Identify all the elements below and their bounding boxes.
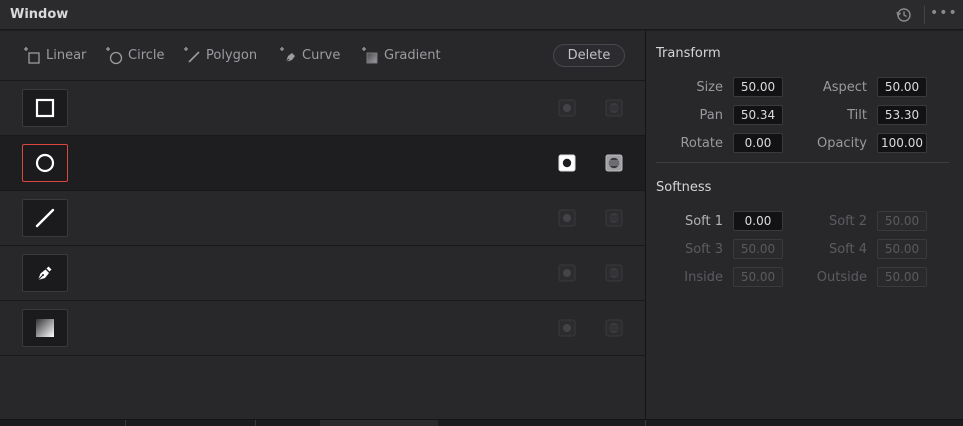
gradient-shape-icon	[36, 319, 54, 337]
square-shape-icon	[35, 98, 55, 118]
invert-toggle-icon[interactable]	[558, 319, 576, 337]
size-label: Size	[696, 80, 723, 95]
mask-toggle-icon[interactable]	[605, 264, 623, 282]
opacity-field[interactable]: 100.00	[877, 133, 927, 153]
circle-tool-button[interactable]: Circle	[104, 45, 165, 65]
window-panel-header: Window •••	[0, 0, 963, 30]
bottom-panel-strip	[0, 419, 963, 426]
soft4-label: Soft 4	[828, 242, 867, 257]
inside-field[interactable]: 50.00	[733, 267, 783, 287]
bottom-tab[interactable]	[320, 420, 438, 426]
linear-tool-button[interactable]: Linear	[22, 45, 86, 65]
polygon-tool-button[interactable]: Polygon	[182, 45, 257, 65]
polygon-tool-icon	[184, 47, 200, 63]
mask-toggle-icon[interactable]	[605, 209, 623, 227]
window-list-panel: Linear Circle Polygon Curve Gradient Del…	[0, 31, 645, 419]
window-shape-thumbnail[interactable]	[22, 309, 68, 347]
mask-toggle-icon[interactable]	[605, 99, 623, 117]
window-shape-thumbnail[interactable]	[22, 89, 68, 127]
reset-history-icon[interactable]	[895, 6, 913, 24]
window-shape-thumbnail[interactable]	[22, 254, 68, 292]
aspect-field[interactable]: 50.00	[877, 77, 927, 97]
curve-tool-icon	[280, 47, 295, 63]
gradient-tool-button[interactable]: Gradient	[360, 45, 441, 65]
window-row[interactable]	[0, 245, 645, 300]
linear-tool-label: Linear	[46, 47, 87, 63]
soft1-field[interactable]: 0.00	[733, 211, 783, 231]
soft2-field[interactable]: 50.00	[877, 211, 927, 231]
list-bottom-divider	[0, 355, 645, 356]
gradient-tool-icon	[362, 47, 378, 64]
curve-tool-button[interactable]: Curve	[278, 45, 340, 65]
window-row[interactable]	[0, 190, 645, 245]
mask-toggle-icon[interactable]	[605, 154, 623, 172]
strip-divider	[125, 420, 126, 426]
panel-title: Window	[10, 7, 69, 22]
linear-tool-icon	[24, 47, 40, 64]
window-row-selected[interactable]	[0, 135, 645, 190]
window-row[interactable]	[0, 80, 645, 135]
line-shape-icon	[35, 208, 55, 228]
circle-tool-label: Circle	[128, 47, 165, 63]
gradient-tool-label: Gradient	[384, 47, 441, 63]
invert-toggle-icon[interactable]	[558, 154, 576, 172]
invert-toggle-icon[interactable]	[558, 99, 576, 117]
polygon-tool-label: Polygon	[206, 47, 258, 63]
window-row[interactable]	[0, 300, 645, 355]
soft3-label: Soft 3	[684, 242, 723, 257]
rotate-field[interactable]: 0.00	[733, 133, 783, 153]
aspect-label: Aspect	[822, 80, 867, 95]
mask-toggle-icon[interactable]	[605, 319, 623, 337]
window-shape-thumbnail[interactable]	[22, 199, 68, 237]
delete-button[interactable]: Delete	[553, 44, 625, 67]
outside-label: Outside	[816, 270, 867, 285]
outside-field[interactable]: 50.00	[877, 267, 927, 287]
strip-divider	[645, 420, 646, 426]
invert-toggle-icon[interactable]	[558, 209, 576, 227]
invert-toggle-icon[interactable]	[558, 264, 576, 282]
softness-section-title: Softness	[656, 180, 712, 195]
soft4-field[interactable]: 50.00	[877, 239, 927, 259]
section-divider	[656, 162, 949, 163]
pen-shape-icon	[37, 266, 52, 281]
pan-field[interactable]: 50.34	[733, 105, 783, 125]
window-shape-thumbnail[interactable]	[22, 144, 68, 182]
curve-tool-label: Curve	[302, 47, 341, 63]
transform-section-title: Transform	[656, 46, 721, 61]
size-field[interactable]: 50.00	[733, 77, 783, 97]
tilt-field[interactable]: 53.30	[877, 105, 927, 125]
window-list	[0, 80, 645, 355]
header-divider	[924, 6, 925, 24]
more-options-icon[interactable]: •••	[930, 6, 957, 24]
opacity-label: Opacity	[816, 136, 867, 151]
circle-shape-icon	[35, 153, 55, 173]
circle-tool-icon	[106, 47, 123, 65]
soft3-field[interactable]: 50.00	[733, 239, 783, 259]
strip-divider	[255, 420, 256, 426]
window-shape-toolbar: Linear Circle Polygon Curve Gradient Del…	[0, 31, 645, 81]
pan-label: Pan	[699, 108, 723, 123]
rotate-label: Rotate	[680, 136, 723, 151]
soft2-label: Soft 2	[828, 214, 867, 229]
inspector-panel: Transform Size 50.00 Aspect 50.00 Pan 50…	[646, 31, 963, 419]
inside-label: Inside	[684, 270, 723, 285]
tilt-label: Tilt	[847, 108, 867, 123]
soft1-label: Soft 1	[684, 214, 723, 229]
